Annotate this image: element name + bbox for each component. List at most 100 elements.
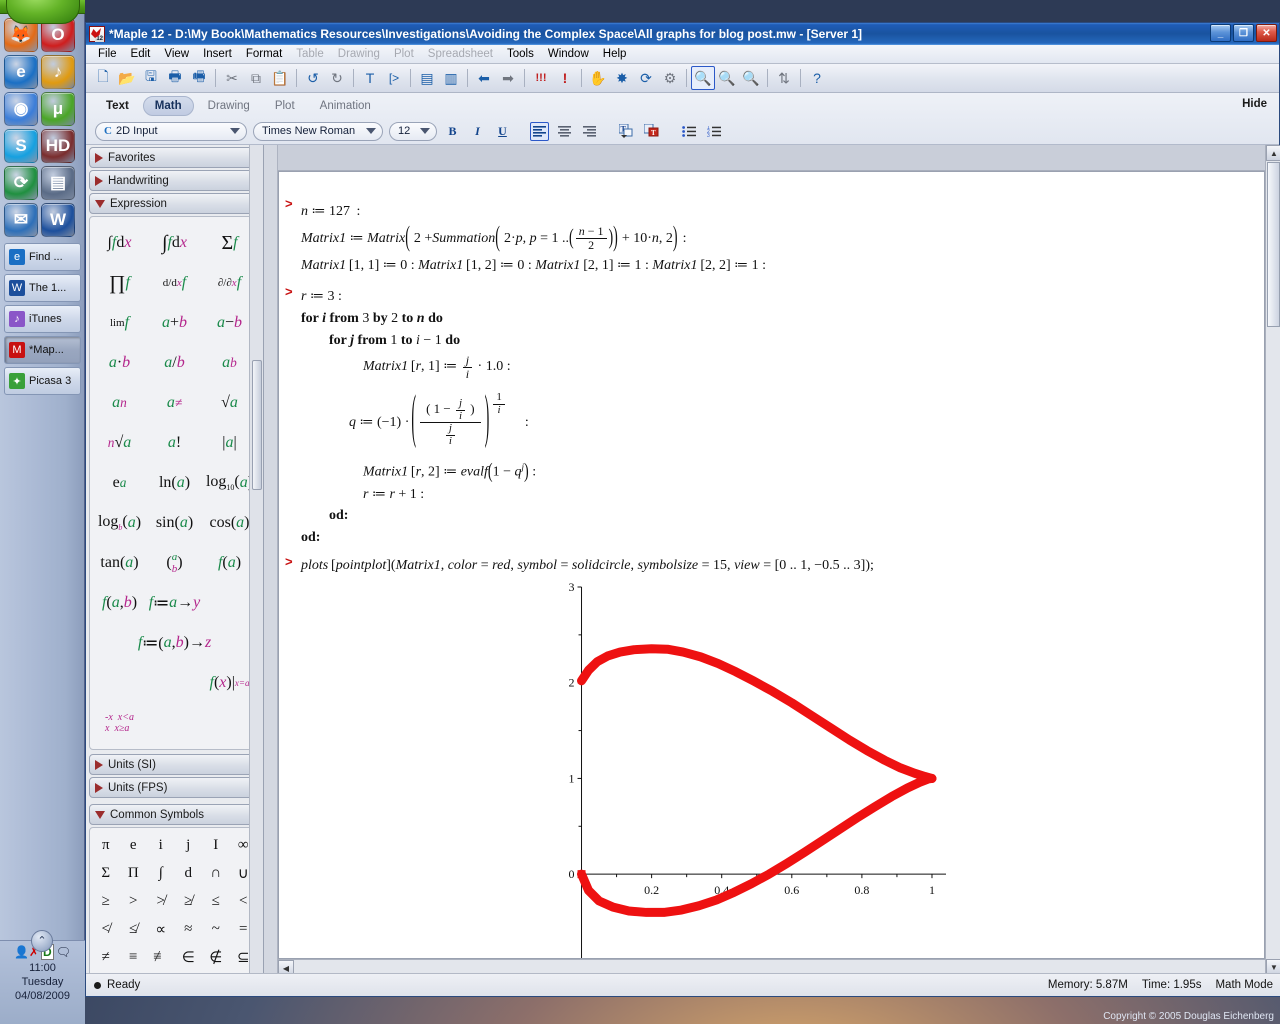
taskbar-window-map[interactable]: M *Map... (4, 336, 81, 364)
bullet-list-button[interactable] (679, 122, 698, 141)
palette-item-expression[interactable]: a · b (92, 343, 147, 383)
context-tab-math[interactable]: Math (142, 95, 194, 116)
palette-item-expression[interactable]: ∫ f dx (92, 223, 147, 263)
save-icon[interactable]: 🖫 (139, 66, 163, 90)
word-icon[interactable]: W (41, 203, 75, 237)
open-folder-icon[interactable]: 📂 (115, 66, 139, 90)
calculator-icon[interactable]: ▤ (41, 166, 75, 200)
palette-item-expression[interactable]: f(a, b) (92, 583, 147, 623)
palette-item-expression[interactable]: logb(a) (92, 503, 147, 543)
utorrent-icon[interactable]: μ (41, 92, 75, 126)
restart-server-icon[interactable]: ⟳ (634, 66, 658, 90)
indent-right-icon[interactable]: ▤ (415, 66, 439, 90)
redo-icon[interactable]: ↻ (325, 66, 349, 90)
hd-icon[interactable]: HD (41, 129, 75, 163)
palette-section-handwriting[interactable]: Handwriting (89, 170, 260, 191)
worksheet-vertical-scrollbar[interactable]: ▲ ▼ (1265, 145, 1280, 975)
palette-symbol[interactable]: ≰ (120, 915, 148, 943)
palette-symbol[interactable]: ≮ (92, 915, 120, 943)
palette-symbol[interactable]: d (175, 859, 203, 887)
underline-button[interactable]: U (493, 122, 512, 141)
align-left-button[interactable] (530, 121, 549, 141)
palette-item-expression[interactable]: an (92, 383, 147, 423)
undo-icon[interactable]: ↺ (301, 66, 325, 90)
align-right-button[interactable] (580, 122, 599, 141)
context-tab-text[interactable]: Text (95, 97, 140, 115)
menu-item-view[interactable]: View (157, 46, 196, 62)
context-tab-plot[interactable]: Plot (264, 97, 306, 115)
palette-item-expression[interactable]: tan(a) (92, 543, 147, 583)
debug-icon[interactable]: ✸ (610, 66, 634, 90)
palette-item-expression[interactable]: ∫ f dx (147, 223, 202, 263)
palette-item-expression[interactable]: ∏ f (92, 263, 147, 303)
palette-item-expression[interactable]: a ≠ (147, 383, 202, 423)
new-document-icon[interactable]: 🗋 (91, 66, 115, 90)
palette-symbol[interactable]: ≢ (147, 943, 175, 971)
input-mode-select[interactable]: C 2D Input (95, 121, 247, 141)
palette-item-expression[interactable]: a / b (147, 343, 202, 383)
taskbar-window-the1[interactable]: W The 1... (4, 274, 81, 302)
palette-symbol[interactable]: ≠ (92, 943, 120, 971)
palette-section-units-si[interactable]: Units (SI) (89, 754, 260, 775)
palette-symbol[interactable]: j (175, 831, 203, 859)
mail-icon[interactable]: ✉ (4, 203, 38, 237)
options-gear-icon[interactable]: ⚙ (658, 66, 682, 90)
menu-item-insert[interactable]: Insert (196, 46, 239, 62)
ie-icon[interactable]: e (4, 55, 38, 89)
toggle-layout-icon[interactable]: ⇅ (772, 66, 796, 90)
help-icon[interactable]: ? (805, 66, 829, 90)
menu-item-tools[interactable]: Tools (500, 46, 541, 62)
print-preview-icon[interactable]: 🖷 (187, 66, 211, 90)
input-group-3[interactable]: plots [pointplot](Matrix1, color = red, … (301, 558, 874, 574)
execution-prompt[interactable]: > (285, 196, 293, 211)
paste-icon[interactable]: 📋 (268, 66, 292, 90)
skype-icon[interactable]: S (4, 129, 38, 163)
palette-symbol[interactable]: ≡ (120, 943, 148, 971)
palette-item-expression[interactable]: ea (92, 463, 147, 503)
palette-symbol[interactable]: ≥ (92, 887, 120, 915)
palette-symbol[interactable]: Σ (92, 859, 120, 887)
start-orb-icon[interactable] (6, 0, 80, 24)
close-button[interactable]: ✕ (1256, 24, 1277, 42)
palette-item-expression[interactable]: a! (147, 423, 202, 463)
palette-symbol[interactable]: π (92, 831, 120, 859)
worksheet-scrollbar-thumb[interactable] (1267, 162, 1280, 327)
menu-item-edit[interactable]: Edit (124, 46, 158, 62)
highlight-color-button[interactable]: T (642, 122, 661, 141)
palette-item-expression[interactable]: -x x<a x x≥a (92, 703, 147, 743)
align-center-button[interactable] (555, 122, 574, 141)
worksheet-canvas[interactable]: > n ≔ 127 : Matrix1 ≔ Matrix(2 + Summati… (278, 171, 1265, 959)
palette-item-expression[interactable]: f ≔(a, b)→ z (92, 623, 257, 663)
zoom-100-icon[interactable]: 🔍 (691, 66, 715, 90)
tray-expand-icon[interactable]: ⌃ (31, 930, 53, 952)
palette-symbol[interactable]: i (147, 831, 175, 859)
forward-arrow-icon[interactable]: ➡ (496, 66, 520, 90)
palette-item-expression[interactable]: sin(a) (147, 503, 202, 543)
context-tab-animation[interactable]: Animation (309, 97, 382, 115)
italic-button[interactable]: I (468, 122, 487, 141)
math-mode-icon[interactable]: [> (382, 66, 406, 90)
tray-clock[interactable]: 11:00 (0, 961, 85, 975)
chrome-icon[interactable]: ◉ (4, 92, 38, 126)
palette-symbol[interactable]: ∩ (202, 859, 230, 887)
palette-item-expression[interactable]: (a b) (147, 543, 202, 583)
menu-item-window[interactable]: Window (541, 46, 596, 62)
palette-item-expression[interactable]: n √ a (92, 423, 147, 463)
palette-symbol[interactable]: ∫ (147, 859, 175, 887)
input-group-1[interactable]: n ≔ 127 : Matrix1 ≔ Matrix(2 + Summation… (301, 198, 766, 279)
palette-section-favorites[interactable]: Favorites (89, 147, 260, 168)
palette-scrollbar[interactable] (249, 145, 263, 975)
execution-prompt[interactable]: > (285, 284, 293, 299)
palette-item-expression[interactable]: a + b (147, 303, 202, 343)
palette-symbol[interactable]: ≯ (147, 887, 175, 915)
palette-item-expression[interactable]: lim f (92, 303, 147, 343)
print-icon[interactable]: 🖶 (163, 66, 187, 90)
start-button[interactable] (0, 0, 85, 24)
palette-section-common-symbols[interactable]: Common Symbols (89, 804, 260, 825)
taskbar-window-picasa3[interactable]: ✦ Picasa 3 (4, 367, 81, 395)
palette-symbol[interactable]: > (120, 887, 148, 915)
text-mode-icon[interactable]: T (358, 66, 382, 90)
refresh-icon[interactable]: ⟳ (4, 166, 38, 200)
text-color-button[interactable]: T (617, 122, 636, 141)
copy-icon[interactable]: ⧉ (244, 66, 268, 90)
